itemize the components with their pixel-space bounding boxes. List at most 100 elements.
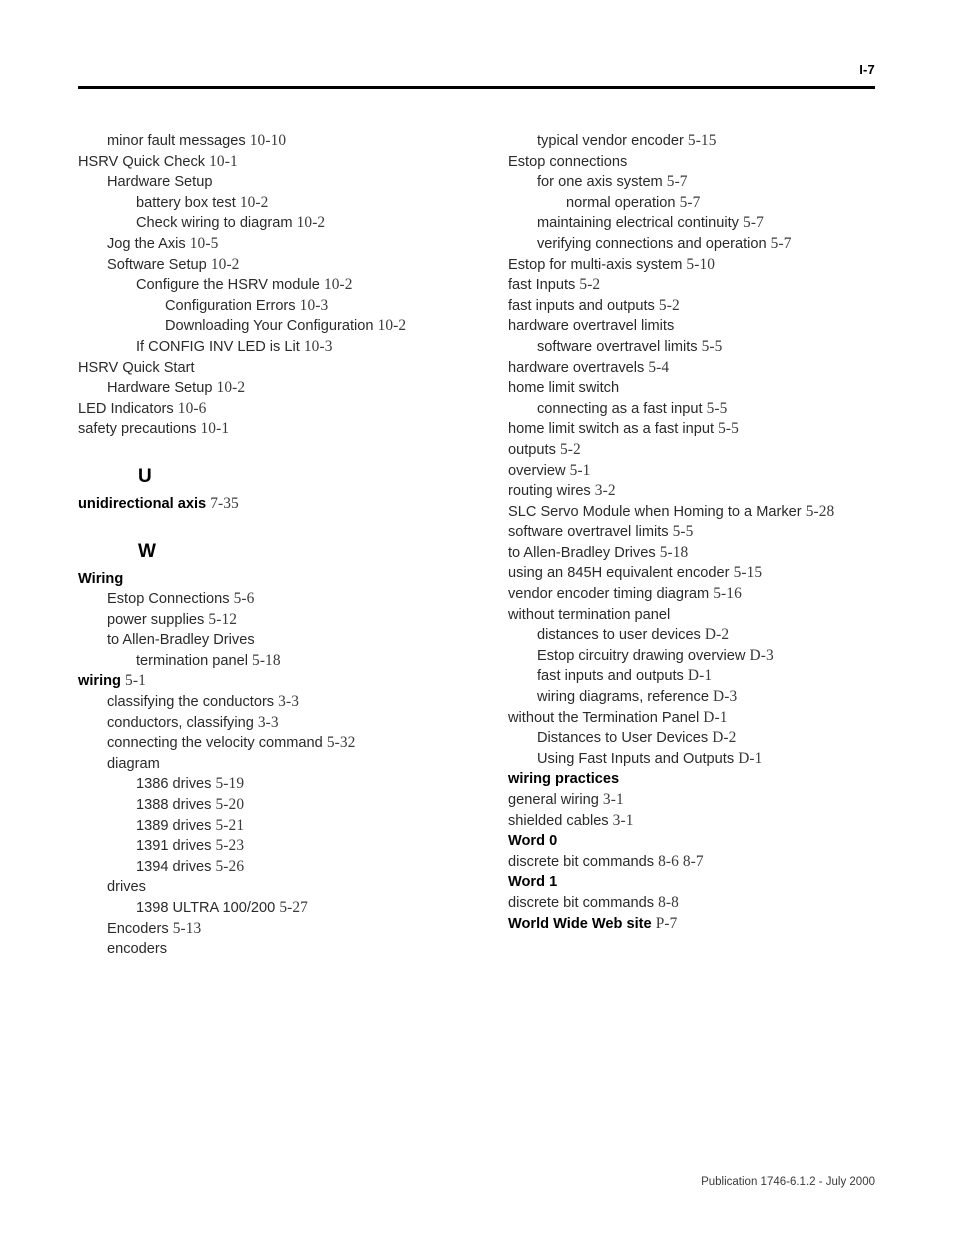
index-entry-label: for one axis system bbox=[537, 174, 663, 191]
index-entry-page-ref: 5-10 bbox=[686, 255, 716, 273]
index-entry-page-ref: 5-7 bbox=[743, 214, 764, 232]
letter-heading-w: W bbox=[138, 540, 156, 562]
index-entry-page-ref: D-1 bbox=[687, 667, 713, 685]
index-entry-label: connecting the velocity command bbox=[107, 735, 323, 752]
index-entry-page-ref: 5-16 bbox=[713, 585, 742, 603]
letter-heading-spacer bbox=[78, 515, 478, 542]
index-entry-label: hardware overtravel limits bbox=[508, 318, 675, 335]
index-entry-label: 1389 drives bbox=[136, 817, 212, 834]
index-entry-label: vendor encoder timing diagram bbox=[508, 586, 710, 603]
index-entry-label: battery box test bbox=[136, 194, 236, 211]
header-rule bbox=[78, 86, 875, 89]
index-entry: distances to user devices D-2 bbox=[508, 625, 878, 646]
index-entry-page-ref: 5-20 bbox=[215, 796, 245, 814]
index-entry: Estop Connections 5-6 bbox=[78, 589, 478, 610]
index-entry: Estop connections bbox=[508, 152, 878, 173]
index-entry-page-ref: 10-1 bbox=[209, 152, 238, 170]
index-entry-label: Estop circuitry drawing overview bbox=[537, 647, 746, 664]
index-entry-page-ref: 5-5 bbox=[706, 399, 728, 417]
index-entry: If CONFIG INV LED is Lit 10-3 bbox=[78, 337, 478, 358]
index-entry-page-ref: 10-6 bbox=[177, 399, 207, 417]
index-entry: software overtravel limits 5-5 bbox=[508, 337, 878, 358]
index-entry-label: World Wide Web site bbox=[508, 915, 652, 932]
publication-footer: Publication 1746-6.1.2 - July 2000 bbox=[701, 1176, 875, 1188]
index-entry: Word 0 bbox=[508, 831, 878, 852]
index-entry-label: SLC Servo Module when Homing to a Marker bbox=[508, 503, 802, 520]
index-entry-label: conductors, classifying bbox=[107, 714, 254, 731]
index-entry-label: 1386 drives bbox=[136, 776, 212, 793]
index-entry-label: 1391 drives bbox=[136, 838, 212, 855]
index-entry-label: fast inputs and outputs bbox=[537, 668, 684, 685]
right-column: typical vendor encoder 5-15 Estop connect… bbox=[478, 131, 878, 960]
index-entry-label: using an 845H equivalent encoder bbox=[508, 565, 730, 582]
index-entry: Configure the HSRV module 10-2 bbox=[78, 275, 478, 296]
index-entry-page-ref: D-3 bbox=[749, 646, 774, 664]
index-entry-page-ref: 3-2 bbox=[594, 482, 616, 500]
index-entry: 1386 drives 5-19 bbox=[78, 774, 478, 795]
index-entry-label: Check wiring to diagram bbox=[136, 215, 293, 232]
index-entry: encoders bbox=[78, 939, 478, 960]
index-entry-page-ref: 5-13 bbox=[172, 919, 202, 937]
index-entry-page-ref: 10-2 bbox=[296, 214, 326, 232]
index-entry: discrete bit commands 8-6 8-7 bbox=[508, 852, 878, 873]
index-entry: SLC Servo Module when Homing to a Marker… bbox=[508, 502, 878, 523]
index-entry-label: encoders bbox=[107, 941, 168, 958]
index-entry-page-ref: 5-6 bbox=[233, 590, 255, 608]
index-entry-page-ref: 5-15 bbox=[733, 564, 763, 582]
index-entry: drives bbox=[78, 877, 478, 898]
index-entry-label: If CONFIG INV LED is Lit bbox=[136, 338, 300, 355]
index-entry-page-ref: 10-2 bbox=[323, 276, 353, 294]
index-entry-page-ref: 3-3 bbox=[278, 693, 299, 711]
index-entry: fast inputs and outputs 5-2 bbox=[508, 296, 878, 317]
index-entry-label: 1388 drives bbox=[136, 797, 212, 814]
index-entry: classifying the conductors 3-3 bbox=[78, 692, 478, 713]
index-entry-page-ref: 5-18 bbox=[252, 651, 281, 669]
index-entry-label: to Allen-Bradley Drives bbox=[508, 544, 656, 561]
index-entry: 1389 drives 5-21 bbox=[78, 816, 478, 837]
index-entry-label: outputs bbox=[508, 441, 556, 458]
index-entry-page-ref: 5-1 bbox=[569, 461, 591, 479]
index-entry-page-ref: 5-2 bbox=[658, 296, 680, 314]
index-entry-label: power supplies bbox=[107, 611, 205, 628]
index-entry: Hardware Setup bbox=[78, 172, 478, 193]
index-entry-page-ref: 10-1 bbox=[200, 420, 230, 438]
index-entry-label: unidirectional axis bbox=[78, 495, 207, 512]
index-entry: to Allen-Bradley Drives 5-18 bbox=[508, 543, 878, 564]
index-entry: Word 1 bbox=[508, 872, 878, 893]
index-entry-label: routing wires bbox=[508, 483, 591, 500]
index-entry-page-ref: 8-8 bbox=[658, 893, 679, 911]
index-entry-page-ref: 5-32 bbox=[326, 734, 356, 752]
index-entry: Estop for multi-axis system 5-10 bbox=[508, 255, 878, 276]
index-entry: HSRV Quick Check 10-1 bbox=[78, 152, 478, 173]
index-entry: hardware overtravels 5-4 bbox=[508, 358, 878, 379]
index-entry: Using Fast Inputs and Outputs D-1 bbox=[508, 749, 878, 770]
index-entry-label: Distances to User Devices bbox=[537, 730, 709, 747]
index-entry-label: distances to user devices bbox=[537, 627, 701, 644]
index-entry-label: fast inputs and outputs bbox=[508, 297, 655, 314]
index-entry-label: drives bbox=[107, 879, 146, 896]
index-entry-label: overview bbox=[508, 462, 566, 479]
index-entry: conductors, classifying 3-3 bbox=[78, 713, 478, 734]
index-entry-label: software overtravel limits bbox=[537, 338, 698, 355]
index-entry-label: Estop connections bbox=[508, 153, 628, 170]
index-entry-label: hardware overtravels bbox=[508, 359, 645, 376]
index-entry-page-ref: 5-5 bbox=[718, 420, 739, 438]
index-entry: typical vendor encoder 5-15 bbox=[508, 131, 878, 152]
index-columns: minor fault messages 10-10 HSRV Quick Che… bbox=[78, 131, 878, 960]
index-entry: normal operation 5-7 bbox=[508, 193, 878, 214]
index-entry-label: wiring bbox=[78, 673, 121, 690]
index-entry: verifying connections and operation 5-7 bbox=[508, 234, 878, 255]
index-entry-page-ref: 5-1 bbox=[125, 672, 146, 690]
index-entry-label: discrete bit commands bbox=[508, 853, 654, 870]
index-entry: Jog the Axis 10-5 bbox=[78, 234, 478, 255]
index-entry-page-ref: 5-5 bbox=[701, 337, 723, 355]
index-entry-page-ref: P-7 bbox=[655, 914, 678, 932]
index-entry: termination panel 5-18 bbox=[78, 651, 478, 672]
index-entry-page-ref: 5-28 bbox=[805, 502, 835, 520]
index-entry-page-ref: 5-4 bbox=[648, 358, 670, 376]
index-entry: shielded cables 3-1 bbox=[508, 811, 878, 832]
index-entry-label: general wiring bbox=[508, 792, 599, 808]
index-entry-page-ref: 5-27 bbox=[279, 899, 308, 916]
index-entry-label: wiring practices bbox=[508, 771, 620, 788]
index-entry-page-ref: 3-1 bbox=[602, 791, 624, 808]
